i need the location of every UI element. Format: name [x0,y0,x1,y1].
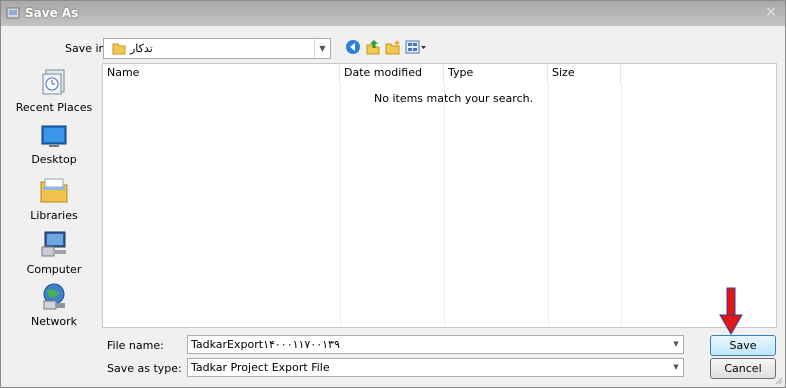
save-in-dropdown[interactable]: تدکار ▼ [103,38,331,59]
resize-grip-icon[interactable] [773,375,783,385]
column-divider [621,84,622,327]
column-header-type[interactable]: Type [444,64,548,84]
place-network[interactable]: Network [11,281,97,328]
save-in-value: تدکار [130,42,153,55]
place-label: Desktop [31,153,77,166]
column-divider [444,84,445,327]
place-libraries[interactable]: Libraries [11,175,97,222]
desktop-icon [41,125,67,147]
title-bar[interactable]: Save As × [1,1,785,26]
place-label: Computer [26,263,82,276]
network-icon [43,283,65,310]
up-folder-icon[interactable] [365,39,381,55]
place-label: Libraries [30,209,78,222]
libraries-icon [40,178,68,203]
save-as-dialog: Save As × Save in: تدکار ▼ Recent Places… [0,0,786,388]
save-as-type-dropdown[interactable]: Tadkar Project Export File ▼ [187,358,684,377]
place-recent-places[interactable]: Recent Places [11,67,97,114]
column-header-date-modified[interactable]: Date modified [340,64,444,84]
places-bar: Recent Places Desktop Libraries Computer… [11,63,97,335]
place-desktop[interactable]: Desktop [11,123,97,166]
save-as-type-value: Tadkar Project Export File [191,361,330,374]
back-icon[interactable] [345,39,361,55]
file-name-field[interactable]: TadkarExport۱۴۰۰۰۱۱۷۰۰۱۳۹ ▼ [187,335,684,354]
chevron-down-icon[interactable]: ▼ [669,359,683,376]
recent-places-icon [42,69,65,95]
file-name-label: File name: [107,339,164,352]
chevron-down-icon[interactable]: ▼ [669,336,683,353]
place-computer[interactable]: Computer [11,229,97,276]
red-arrow-annotation-icon [719,287,743,335]
column-header-size[interactable]: Size [548,64,621,84]
file-list[interactable]: Name Date modified Type Size No items ma… [102,63,777,328]
folder-icon [112,43,126,55]
new-folder-icon[interactable] [385,39,401,55]
chevron-down-icon[interactable]: ▼ [314,39,330,58]
save-button[interactable]: Save [710,335,776,356]
column-divider [548,84,549,327]
file-name-value: TadkarExport۱۴۰۰۰۱۱۷۰۰۱۳۹ [191,338,340,351]
cancel-button[interactable]: Cancel [710,358,776,379]
save-as-type-label: Save as type: [107,362,182,375]
empty-message: No items match your search. [374,92,534,105]
place-label: Network [31,315,77,328]
close-icon[interactable]: × [765,4,777,20]
window-title: Save As [25,6,79,20]
column-divider [340,84,341,327]
views-menu-icon[interactable] [405,39,427,55]
column-header-name[interactable]: Name [103,64,340,84]
save-as-app-icon [6,7,20,19]
computer-icon [41,231,66,257]
place-label: Recent Places [15,101,93,114]
